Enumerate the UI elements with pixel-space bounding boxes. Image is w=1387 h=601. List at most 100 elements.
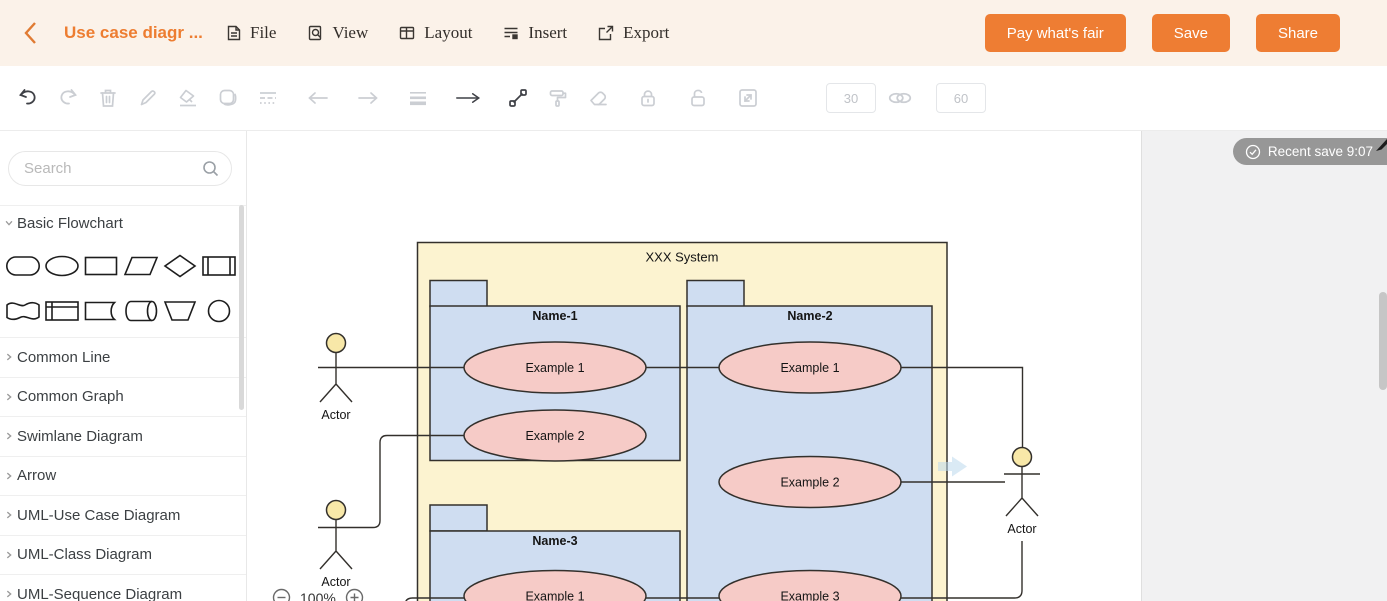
shape-display[interactable] — [82, 293, 121, 330]
shape-diamond[interactable] — [160, 248, 199, 285]
shape-parallelogram[interactable] — [121, 248, 160, 285]
chevron-right-icon — [3, 549, 15, 561]
eraser-icon — [586, 86, 610, 110]
header-actions: Pay what's fair Save Share — [985, 14, 1340, 52]
sidebar-section-swimlane-diagram[interactable]: Swimlane Diagram — [0, 416, 246, 456]
chevron-right-icon — [3, 470, 15, 482]
shape-stored-data[interactable] — [121, 293, 160, 330]
save-button[interactable]: Save — [1152, 14, 1230, 52]
shape-trapezoid[interactable] — [160, 293, 199, 330]
usecase-n1-example1[interactable]: Example 1 — [464, 342, 646, 393]
sidebar-section-common-line[interactable]: Common Line — [0, 337, 246, 377]
line-style-button[interactable] — [254, 84, 282, 112]
sidebar-section-uml-class[interactable]: UML-Class Diagram — [0, 535, 246, 575]
format-toolbar — [0, 66, 1387, 131]
canvas-scrollbar[interactable] — [1379, 292, 1387, 390]
height-input[interactable] — [936, 83, 986, 113]
chevron-left-icon — [21, 20, 41, 46]
section-label: Arrow — [17, 467, 56, 484]
actor-1[interactable]: Actor — [318, 334, 354, 423]
delete-button[interactable] — [94, 84, 122, 112]
actor-2[interactable]: Actor — [318, 501, 354, 590]
insert-icon — [502, 24, 520, 42]
back-button[interactable] — [18, 18, 44, 48]
menu-layout-label: Layout — [424, 23, 472, 43]
section-label: Common Graph — [17, 388, 124, 405]
sidebar-section-basic-flowchart[interactable]: Basic Flowchart — [0, 205, 246, 240]
view-icon — [306, 24, 324, 42]
shape-circle[interactable] — [200, 293, 239, 330]
basic-flowchart-shapes — [0, 240, 246, 337]
shape-rectangle[interactable] — [82, 248, 121, 285]
arrow-start-button[interactable] — [304, 84, 332, 112]
width-input[interactable] — [826, 83, 876, 113]
redo-icon — [56, 86, 80, 110]
link-size-button[interactable] — [886, 84, 914, 112]
edit-button[interactable] — [134, 84, 162, 112]
menu-layout[interactable]: Layout — [398, 23, 472, 43]
straight-arrow-icon — [454, 86, 482, 110]
actor-3[interactable]: Actor — [1004, 448, 1040, 537]
sidebar-section-arrow[interactable]: Arrow — [0, 456, 246, 496]
format-painter-button[interactable] — [544, 84, 572, 112]
shape-ellipse[interactable] — [42, 248, 81, 285]
actor-label: Actor — [1007, 522, 1036, 536]
sidebar-section-common-graph[interactable]: Common Graph — [0, 377, 246, 417]
menu-file[interactable]: File — [224, 23, 276, 43]
menu-bar: File View Layout Insert Export — [224, 23, 699, 43]
connector-icon — [506, 86, 530, 110]
chevron-right-icon — [3, 509, 15, 521]
usecase-label: Example 1 — [525, 590, 584, 601]
shape-rounded-rectangle[interactable] — [3, 248, 42, 285]
fill-color-icon — [176, 86, 200, 110]
chevron-down-icon — [3, 217, 15, 229]
fill-color-button[interactable] — [174, 84, 202, 112]
mouse-cursor — [1375, 139, 1387, 152]
pay-button[interactable]: Pay what's fair — [985, 14, 1126, 52]
usecase-n2-example2[interactable]: Example 2 — [719, 457, 901, 508]
section-label: UML-Use Case Diagram — [17, 507, 180, 524]
undo-icon — [16, 86, 40, 110]
menu-insert[interactable]: Insert — [502, 23, 567, 43]
menu-view[interactable]: View — [306, 23, 368, 43]
usecase-n1-example2[interactable]: Example 2 — [464, 410, 646, 461]
document-title[interactable]: Use case diagr ... — [64, 23, 216, 43]
sidebar-section-uml-use-case[interactable]: UML-Use Case Diagram — [0, 495, 246, 535]
sidebar-scrollbar[interactable] — [239, 205, 244, 410]
usecase-n2-example1[interactable]: Example 1 — [719, 342, 901, 393]
arrow-left-icon — [305, 86, 331, 110]
search-icon — [202, 160, 219, 177]
layout-icon — [398, 24, 416, 42]
shape-predefined-process[interactable] — [200, 248, 239, 285]
shape-internal-storage[interactable] — [42, 293, 81, 330]
canvas-area[interactable]: XXX System Name-1 Name-2 Name-3 — [247, 131, 1387, 601]
share-button[interactable]: Share — [1256, 14, 1340, 52]
menu-file-label: File — [250, 23, 276, 43]
package-name-2[interactable]: Name-2 — [687, 281, 932, 601]
sidebar-section-uml-sequence[interactable]: UML-Sequence Diagram — [0, 574, 246, 601]
straight-arrow-button[interactable] — [454, 84, 482, 112]
shape-style-button[interactable] — [214, 84, 242, 112]
section-label: Swimlane Diagram — [17, 428, 143, 445]
redo-button[interactable] — [54, 84, 82, 112]
shape-flag[interactable] — [3, 293, 42, 330]
trash-icon — [96, 86, 120, 110]
arrow-end-button[interactable] — [354, 84, 382, 112]
connector-button[interactable] — [504, 84, 532, 112]
menu-export[interactable]: Export — [597, 23, 669, 43]
resize-button[interactable] — [734, 84, 762, 112]
usecase-label: Example 1 — [525, 361, 584, 375]
lock-button[interactable] — [634, 84, 662, 112]
search-input[interactable] — [8, 151, 232, 186]
chevron-right-icon — [3, 391, 15, 403]
unlock-button[interactable] — [684, 84, 712, 112]
section-label: Common Line — [17, 349, 110, 366]
menu-insert-label: Insert — [528, 23, 567, 43]
eraser-button[interactable] — [584, 84, 612, 112]
line-width-button[interactable] — [404, 84, 432, 112]
zoom-in-button[interactable] — [345, 588, 364, 601]
package-label: Name-3 — [532, 534, 577, 548]
arrow-right-icon — [355, 86, 381, 110]
undo-button[interactable] — [14, 84, 42, 112]
zoom-out-button[interactable] — [272, 588, 291, 601]
